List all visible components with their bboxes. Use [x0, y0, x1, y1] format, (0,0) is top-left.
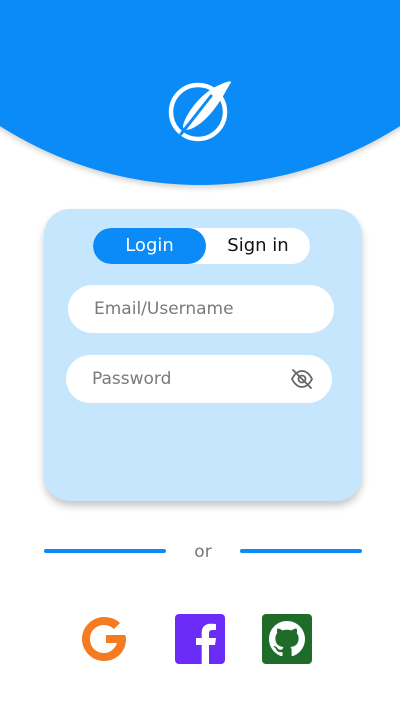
password-input[interactable] — [92, 355, 292, 403]
password-field-container — [66, 355, 332, 403]
email-field-container — [68, 285, 334, 333]
facebook-icon[interactable] — [175, 614, 225, 664]
divider-or-label: or — [194, 542, 212, 562]
tab-login[interactable]: Login — [93, 228, 206, 264]
auth-mode-toggle: Login Sign in — [93, 228, 310, 264]
github-icon[interactable] — [262, 614, 312, 664]
tab-sign-in[interactable]: Sign in — [206, 228, 310, 264]
feather-in-circle-icon — [168, 81, 231, 142]
divider-line-left — [44, 549, 166, 553]
divider-line-right — [240, 549, 362, 553]
google-icon[interactable] — [80, 614, 130, 664]
email-username-input[interactable] — [94, 285, 294, 333]
eye-off-icon[interactable] — [290, 368, 314, 390]
login-screen: Login Sign in or — [0, 0, 400, 711]
